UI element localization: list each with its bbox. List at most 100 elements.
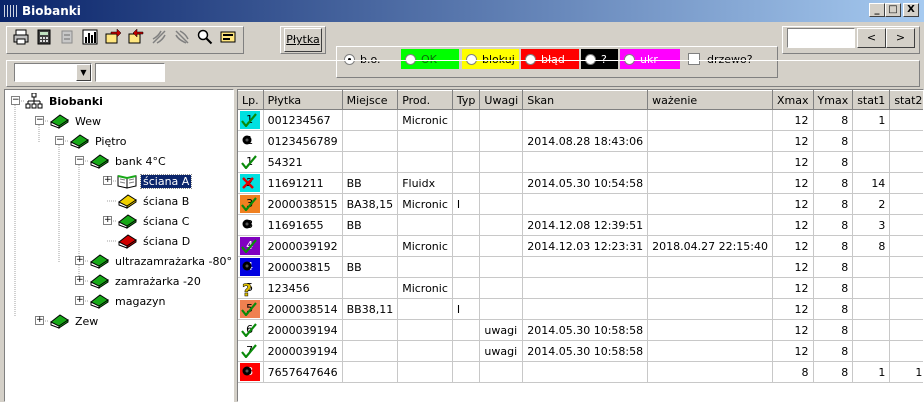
next-button[interactable]: >	[886, 28, 915, 48]
card-button[interactable]	[217, 27, 239, 49]
column-header[interactable]: stat2	[889, 90, 923, 110]
table-row[interactable]: 7 2000039194 uwagi 2014.05.30 10:58:58 12 8	[238, 340, 923, 362]
column-header[interactable]: Płytka	[263, 90, 343, 110]
plate-nav-input[interactable]	[787, 28, 855, 48]
cell-plytka: 2000039192	[263, 235, 343, 257]
cell-ymax: 8	[813, 277, 854, 299]
biobank-tree[interactable]: − Biobanki − Wew − Piętro − bank 4°C + ściana Aśc…	[4, 89, 234, 402]
print-button[interactable]	[10, 27, 32, 49]
cell-stat2: 1	[889, 361, 923, 383]
collapse-icon[interactable]: −	[75, 156, 84, 165]
disabled-doc-button[interactable]	[56, 27, 78, 49]
category-select[interactable]: ▼	[14, 63, 92, 82]
column-header[interactable]: Lp.	[238, 90, 264, 110]
tree-node[interactable]: ściana A	[117, 172, 193, 190]
cell-miejsce: BB	[342, 256, 399, 278]
green-book-icon	[69, 133, 89, 149]
tree-node[interactable]: Piętro	[69, 132, 129, 150]
minimize-button[interactable]: _	[869, 3, 885, 17]
lp-cell: 7	[238, 340, 264, 362]
column-header[interactable]: Typ	[452, 90, 481, 110]
prev-button[interactable]: <	[857, 28, 886, 48]
table-row[interactable]: 4200003815BB 128	[238, 256, 923, 278]
export-icon	[105, 27, 122, 48]
column-header[interactable]: stat1	[852, 90, 891, 110]
column-header[interactable]: ważenie	[647, 90, 773, 110]
table-row[interactable]: 1 001234567 Micronic 12 8 1	[238, 109, 923, 131]
expand-icon[interactable]: +	[75, 296, 84, 305]
cell-skan	[522, 151, 649, 173]
tree-node-label: Piętro	[95, 134, 127, 148]
lp-cell: 2	[238, 172, 264, 194]
plate-grid[interactable]: Lp. Płytka Miejsce Prod. Typ Uwagi Skan ważenie…	[237, 89, 924, 402]
close-button[interactable]: X	[903, 3, 919, 17]
table-row[interactable]: 6 2000039194 uwagi 2014.05.30 10:58:58 12 8	[238, 319, 923, 341]
export-button[interactable]	[102, 27, 124, 49]
disabled-doc-icon	[59, 29, 75, 48]
tree-node[interactable]: ściana B	[117, 192, 191, 210]
filter-bar: ▼	[0, 60, 924, 88]
tree-node[interactable]: Zew	[49, 312, 100, 330]
tree-node[interactable]: bank 4°C	[89, 152, 168, 170]
cell-stat2	[889, 235, 923, 257]
expand-icon[interactable]: +	[35, 316, 44, 325]
calculator-button[interactable]	[33, 27, 55, 49]
cell-uwagi	[479, 235, 524, 257]
cell-xmax: 12	[772, 193, 814, 215]
dna-button[interactable]	[148, 27, 170, 49]
lp-cell: ? 5	[238, 277, 264, 299]
table-row[interactable]: 876576476468811	[238, 361, 923, 383]
chart-button[interactable]	[79, 27, 101, 49]
import-button[interactable]	[125, 27, 147, 49]
column-header[interactable]: Skan	[522, 90, 649, 110]
collapse-icon[interactable]: −	[35, 116, 44, 125]
cell-xmax: 12	[772, 319, 814, 341]
cell-skan	[522, 109, 649, 131]
app-icon	[4, 5, 18, 17]
filter-input[interactable]	[95, 63, 165, 82]
cell-typ	[452, 340, 481, 362]
tree-node[interactable]: ultrazamrażarka -80°	[89, 252, 233, 270]
check-icon	[241, 239, 257, 256]
cell-miejsce	[342, 340, 399, 362]
table-row[interactable]: ? 5 123456 Micronic 12 8	[238, 277, 923, 299]
cell-skan: 2014.12.03 12:23:31	[522, 235, 649, 257]
tree-node[interactable]: ściana C	[117, 212, 191, 230]
search-icon	[197, 29, 213, 48]
column-header[interactable]: Ymax	[813, 90, 854, 110]
column-header[interactable]: Uwagi	[479, 90, 524, 110]
dna-alt-button[interactable]	[171, 27, 193, 49]
table-row[interactable]: 10123456789 2014.08.28 18:43:06 128	[238, 130, 923, 152]
collapse-icon[interactable]: −	[11, 96, 20, 105]
tree-node[interactable]: magazyn	[89, 292, 167, 310]
cell-stat2	[889, 193, 923, 215]
expand-icon[interactable]: +	[75, 276, 84, 285]
cell-ymax: 8	[813, 319, 854, 341]
column-header[interactable]: Xmax	[772, 90, 814, 110]
column-header[interactable]: Miejsce	[342, 90, 399, 110]
table-row[interactable]: 1 54321 12 8	[238, 151, 923, 173]
expand-icon[interactable]: +	[103, 176, 112, 185]
cell-ymax: 8	[813, 298, 854, 320]
table-row[interactable]: 4 2000039192 Micronic 2014.12.03 12:23:31 20…	[238, 235, 923, 257]
collapse-icon[interactable]: −	[55, 136, 64, 145]
cell-stat1: 2	[852, 193, 891, 215]
tree-node[interactable]: Wew	[49, 112, 103, 130]
table-row[interactable]: 211691211BBFluidx 2014.05.30 10:54:58 1281…	[238, 172, 923, 194]
tree-node[interactable]: ściana D	[117, 232, 192, 250]
expand-icon[interactable]: +	[103, 216, 112, 225]
table-row[interactable]: 3 2000038515 BA38,15 Micronic I 12 8 2	[238, 193, 923, 215]
cell-prod	[397, 214, 453, 236]
table-row[interactable]: 311691655BB2014.12.08 12:39:511283	[238, 214, 923, 236]
plytka-button[interactable]: Płytka	[284, 28, 322, 52]
search-button[interactable]	[194, 27, 216, 49]
cell-uwagi	[479, 361, 524, 383]
table-row[interactable]: 5 2000038514 BB38,11 I 12 8	[238, 298, 923, 320]
tree-node[interactable]: Biobanki	[25, 92, 105, 110]
expand-icon[interactable]: +	[75, 256, 84, 265]
tree-node[interactable]: zamrażarka -20	[89, 272, 203, 290]
maximize-button[interactable]: □	[885, 3, 901, 17]
lp-cell: 8	[238, 361, 264, 383]
column-header[interactable]: Prod.	[397, 90, 453, 110]
chevron-down-icon[interactable]: ▼	[76, 64, 91, 81]
